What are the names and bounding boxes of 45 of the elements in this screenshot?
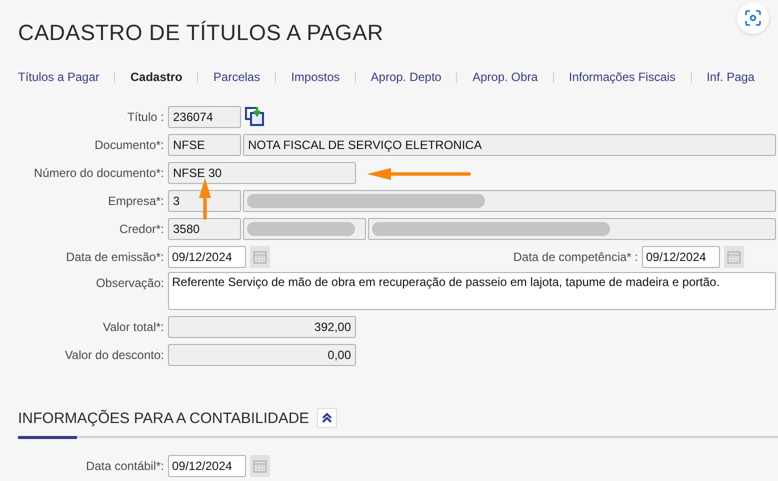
amount-field[interactable]: 0,00 — [168, 344, 356, 366]
calendar-icon[interactable] — [724, 246, 744, 268]
field-label: Número do documento*: — [32, 165, 165, 182]
field-label: Credor*: — [118, 221, 165, 238]
field-label: Data contábil*: — [84, 458, 165, 475]
redacted-field[interactable] — [243, 190, 776, 212]
collapse-button[interactable] — [317, 408, 338, 428]
code-field[interactable]: 236074 — [168, 106, 241, 128]
scan-button[interactable] — [737, 2, 769, 34]
observation-field[interactable]: Referente Serviço de mão de obra em recuperação de passeio em lajota, tapume de madeira e portão. — [168, 272, 776, 310]
field-label: Observação: — [94, 275, 165, 292]
nav-tab[interactable]: Títulos a Pagar — [18, 70, 100, 84]
nav-tab[interactable]: Inf. Paga — [706, 70, 755, 84]
calendar-icon[interactable] — [250, 246, 270, 268]
annotation-arrow — [198, 178, 212, 220]
field-label: Título : — [126, 109, 165, 126]
nav-tab[interactable]: Informações Fiscais — [568, 70, 676, 84]
calendar-icon[interactable] — [250, 455, 270, 477]
nav-tab[interactable]: Parcelas — [213, 70, 260, 84]
code-field[interactable]: 3 — [168, 190, 241, 212]
field-label: Valor do desconto: — [64, 347, 165, 364]
nav-tab[interactable]: Cadastro — [130, 70, 182, 84]
field-label: Empresa*: — [106, 193, 165, 210]
nav-tab[interactable]: Aprop. Depto — [370, 70, 442, 84]
section-title: INFORMAÇÕES PARA A CONTABILIDADE — [18, 410, 310, 426]
scan-icon — [745, 10, 761, 26]
field-label: Valor total*: — [102, 319, 165, 336]
amount-field[interactable]: 392,00 — [168, 316, 356, 338]
field-label: Data de competência* : — [513, 249, 639, 266]
redacted-field[interactable] — [368, 218, 776, 240]
field-label: Data de emissão*: — [64, 249, 165, 266]
nav-tab[interactable]: Impostos — [291, 70, 340, 84]
code-field[interactable]: 3580 — [168, 218, 241, 240]
code-field[interactable]: NFSE — [168, 134, 241, 156]
double-chevron-up-icon — [321, 412, 334, 424]
page-title: CADASTRO DE TÍTULOS A PAGAR — [18, 20, 384, 46]
redacted-field[interactable] — [243, 218, 366, 240]
date-field[interactable]: 09/12/2024 — [642, 246, 720, 268]
date-field[interactable]: 09/12/2024 — [168, 455, 246, 477]
nav-tab[interactable]: Aprop. Obra — [472, 70, 538, 84]
description-field[interactable]: NOTA FISCAL DE SERVIÇO ELETRONICA — [243, 134, 776, 156]
date-field[interactable]: 09/12/2024 — [168, 246, 246, 268]
document-number-field[interactable]: NFSE 30 — [168, 162, 356, 184]
copy-icon[interactable] — [245, 106, 265, 126]
field-label: Documento*: — [94, 137, 165, 154]
